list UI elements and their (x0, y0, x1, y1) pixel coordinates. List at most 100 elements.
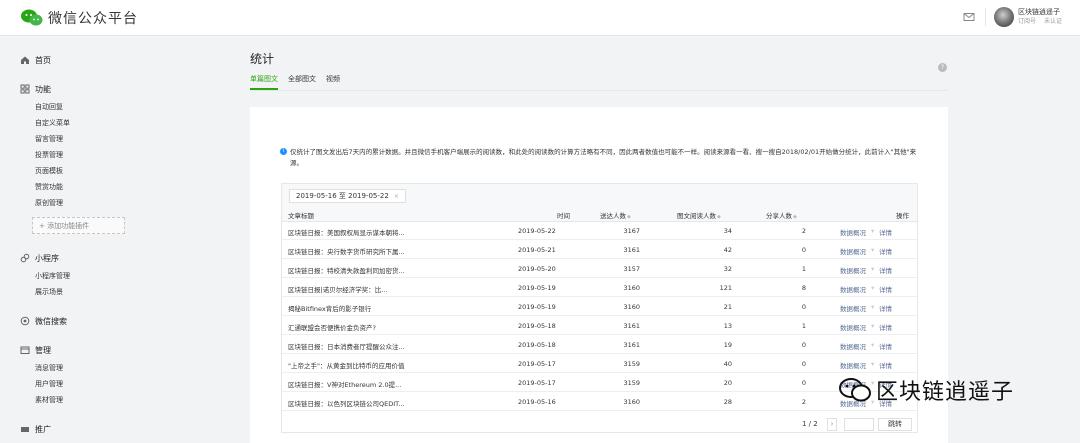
sidebar-head-function[interactable]: 功能 (20, 83, 70, 95)
chevron-down-icon: ▾ (871, 322, 875, 330)
pagination: 1 / 2 › 跳转 (282, 416, 917, 434)
read-count: 13 (723, 322, 732, 330)
add-plugin-button[interactable]: + 添加功能插件 (32, 217, 125, 234)
sidebar-item-comments[interactable]: 留言管理 (20, 131, 70, 147)
avatar[interactable] (993, 7, 1014, 27)
detail-link[interactable]: 详情 (879, 360, 892, 370)
detail-link[interactable]: 详情 (879, 227, 892, 237)
column-shares[interactable]: 分享人数◆ (766, 210, 797, 220)
detail-link[interactable]: 详情 (879, 341, 892, 351)
overview-link[interactable]: 数据概况 (840, 284, 866, 294)
overview-link[interactable]: 数据概况 (840, 360, 866, 370)
sidebar-label-manage: 管理 (35, 345, 51, 355)
page-title: 统计 (250, 52, 275, 66)
sort-icon: ◆ (627, 214, 631, 220)
article-time: 2019-05-17 (518, 379, 556, 387)
sidebar-item-miniprogram-manage[interactable]: 小程序管理 (20, 268, 70, 284)
sidebar-label-search: 微信搜索 (35, 316, 67, 326)
read-count: 42 (723, 246, 732, 254)
article-time: 2019-05-20 (518, 265, 556, 273)
jump-button[interactable]: 跳转 (878, 418, 912, 431)
sidebar-label-promote: 推广 (35, 424, 51, 434)
sidebar-item-reward[interactable]: 赞赏功能 (20, 179, 70, 195)
share-count: 2 (801, 227, 806, 235)
column-sent-label: 送达人数 (600, 212, 626, 220)
article-time: 2019-05-16 (518, 398, 556, 406)
sent-count: 3159 (623, 360, 640, 368)
detail-link[interactable]: 详情 (879, 322, 892, 332)
logo[interactable]: 微信公众平台 (20, 8, 138, 28)
search-icon (20, 316, 30, 326)
overview-link[interactable]: 数据概况 (840, 303, 866, 313)
overview-link[interactable]: 数据概况 (840, 322, 866, 332)
sidebar-item-messages[interactable]: 消息管理 (20, 360, 63, 376)
sidebar-item-users[interactable]: 用户管理 (20, 376, 63, 392)
article-time: 2019-05-19 (518, 284, 556, 292)
sidebar-head-manage[interactable]: 管理 (20, 344, 63, 356)
detail-link[interactable]: 详情 (879, 303, 892, 313)
overview-link[interactable]: 数据概况 (840, 341, 866, 351)
sidebar-label-miniprogram: 小程序 (35, 253, 59, 263)
sidebar-item-scenes[interactable]: 展示场景 (20, 284, 70, 300)
sidebar-item-votes[interactable]: 投票管理 (20, 147, 70, 163)
next-page-button[interactable]: › (827, 418, 837, 431)
help-icon[interactable]: ? (938, 63, 947, 72)
article-title: 区块链日报：央行数字货币研究所下属... (288, 248, 405, 256)
detail-link[interactable]: 详情 (879, 284, 892, 294)
article-time: 2019-05-18 (518, 322, 556, 330)
article-title: 区块链日报|诺贝尔经济学奖：比... (288, 286, 388, 294)
tab-single-article[interactable]: 单篇图文 (250, 74, 278, 90)
date-range-value: 2019-05-16 至 2019-05-22 (296, 192, 389, 200)
share-count: 0 (801, 246, 806, 254)
account-type: 订阅号 (1017, 18, 1036, 25)
detail-link[interactable]: 详情 (879, 265, 892, 275)
column-shares-label: 分享人数 (766, 212, 792, 220)
tab-bar: 单篇图文 全部图文 视频 (250, 74, 350, 90)
sidebar: 首页 功能 自动回复 自定义菜单 留言管理 投票管理 页面模板 赞赏功能 原创管… (0, 36, 140, 443)
wechat-logo-icon (20, 8, 44, 28)
sent-count: 3159 (623, 379, 640, 387)
read-count: 32 (723, 265, 732, 273)
chevron-down-icon: ▾ (871, 303, 875, 311)
share-count: 0 (801, 303, 806, 311)
table-row: 区块链日报：央行数字货币研究所下属... 2019-05-21 3161 42 0 数据概… (282, 241, 917, 259)
tabs-divider (250, 90, 948, 91)
chevron-down-icon: ▾ (871, 246, 875, 254)
column-reads[interactable]: 图文阅读人数◆ (677, 210, 721, 220)
sidebar-item-home[interactable]: 首页 (20, 54, 51, 66)
watermark-text: 区块链逍遥子 (876, 380, 1015, 405)
sidebar-group-function: 功能 自动回复 自定义菜单 留言管理 投票管理 页面模板 赞赏功能 原创管理 (20, 83, 70, 211)
overview-link[interactable]: 数据概况 (840, 265, 866, 275)
sent-count: 3160 (623, 398, 640, 406)
notice-text: 仅统计了图文发出后7天内的累计数据。并且微信手机客户端展示的阅读数，和此处的阅读… (290, 148, 917, 167)
tab-video[interactable]: 视频 (326, 74, 340, 90)
account-info[interactable]: 区块链逍遥子 订阅号 未认证 (1018, 8, 1070, 26)
sent-count: 3167 (623, 227, 640, 235)
tab-all-articles[interactable]: 全部图文 (288, 74, 316, 90)
sidebar-item-promote[interactable]: 推广 (20, 423, 51, 435)
sidebar-item-search[interactable]: 微信搜索 (20, 315, 67, 327)
article-title: 区块链日报：特校清失款盈利同加密货... (288, 267, 405, 275)
table-row: 区块链日报|诺贝尔经济学奖：比... 2019-05-19 3160 121 8 数据概况… (282, 279, 917, 297)
table-row: "上帝之手"：从黄金到比特币的应用价值 2019-05-17 3159 40 0 数据概况… (282, 355, 917, 373)
date-range-picker[interactable]: 2019-05-16 至 2019-05-22 × (289, 189, 406, 203)
sidebar-item-custom-menu[interactable]: 自定义菜单 (20, 115, 70, 131)
sidebar-item-auto-reply[interactable]: 自动回复 (20, 99, 70, 115)
overview-link[interactable]: 数据概况 (840, 227, 866, 237)
sidebar-head-miniprogram[interactable]: 小程序 (20, 252, 70, 264)
info-icon: i (280, 148, 287, 155)
read-count: 20 (723, 379, 732, 387)
mail-icon[interactable] (961, 9, 977, 25)
sidebar-label-home: 首页 (35, 55, 51, 65)
sidebar-item-materials[interactable]: 素材管理 (20, 392, 63, 408)
app-title: 微信公众平台 (48, 11, 138, 27)
table-row: 区块链日报：特校清失款盈利同加密货... 2019-05-20 3157 32 1 数据概… (282, 260, 917, 278)
column-sent[interactable]: 送达人数◆ (600, 210, 631, 220)
detail-link[interactable]: 详情 (879, 246, 892, 256)
sidebar-item-templates[interactable]: 页面模板 (20, 163, 70, 179)
share-count: 8 (801, 284, 806, 292)
page-number-input[interactable] (844, 418, 874, 431)
sidebar-item-original[interactable]: 原创管理 (20, 195, 70, 211)
article-time: 2019-05-19 (518, 303, 556, 311)
overview-link[interactable]: 数据概况 (840, 246, 866, 256)
